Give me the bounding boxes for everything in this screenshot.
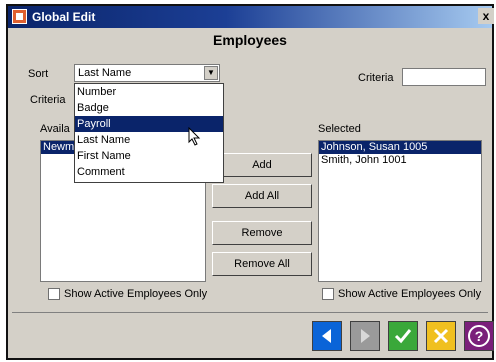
help-button[interactable]: ? xyxy=(464,321,494,351)
mouse-cursor-icon xyxy=(188,127,201,146)
criteria-label-left: Criteria xyxy=(30,94,66,106)
list-item[interactable]: Smith, John 1001 xyxy=(319,154,481,167)
help-icon: ? xyxy=(468,325,490,347)
app-icon xyxy=(12,9,27,24)
sort-option-badge[interactable]: Badge xyxy=(75,100,223,116)
forward-icon xyxy=(361,329,370,343)
sort-option-first-name[interactable]: First Name xyxy=(75,148,223,164)
sort-select-value: Last Name xyxy=(78,67,132,79)
active-only-checkbox-right[interactable] xyxy=(322,288,334,300)
add-all-button[interactable]: Add All xyxy=(212,184,312,208)
criteria-label-right: Criteria xyxy=(358,72,394,84)
available-label: Availa xyxy=(40,123,70,135)
page-title: Employees xyxy=(213,32,287,48)
active-only-label-right: Show Active Employees Only xyxy=(338,288,482,300)
cancel-button[interactable] xyxy=(426,321,456,351)
forward-button[interactable] xyxy=(350,321,380,351)
svg-text:?: ? xyxy=(475,328,484,344)
cancel-icon xyxy=(433,328,449,344)
checkmark-icon xyxy=(394,329,412,344)
title-bar: Global Edit x xyxy=(8,6,494,28)
chevron-down-icon[interactable]: ▼ xyxy=(204,66,218,80)
sort-option-comment[interactable]: Comment xyxy=(75,164,223,180)
selected-label: Selected xyxy=(318,123,361,135)
remove-button[interactable]: Remove xyxy=(212,221,312,245)
window-title: Global Edit xyxy=(32,10,96,24)
ok-button[interactable] xyxy=(388,321,418,351)
sort-option-number[interactable]: Number xyxy=(75,84,223,100)
footer-toolbar: ? xyxy=(12,312,494,357)
back-icon xyxy=(322,329,331,343)
add-button[interactable]: Add xyxy=(212,153,312,177)
list-item[interactable]: Johnson, Susan 1005 xyxy=(319,141,481,154)
sort-select[interactable]: Last Name ▼ xyxy=(74,64,220,82)
sort-label: Sort xyxy=(28,68,49,80)
active-only-checkbox-left[interactable] xyxy=(48,288,60,300)
global-edit-window: Global Edit x Employees Sort Last Name ▼… xyxy=(6,4,494,360)
remove-all-button[interactable]: Remove All xyxy=(212,252,312,276)
back-button[interactable] xyxy=(312,321,342,351)
selected-list[interactable]: Johnson, Susan 1005 Smith, John 1001 xyxy=(318,140,482,282)
criteria-input[interactable] xyxy=(402,68,486,86)
close-button[interactable]: x xyxy=(478,8,494,24)
active-only-label-left: Show Active Employees Only xyxy=(64,288,208,300)
